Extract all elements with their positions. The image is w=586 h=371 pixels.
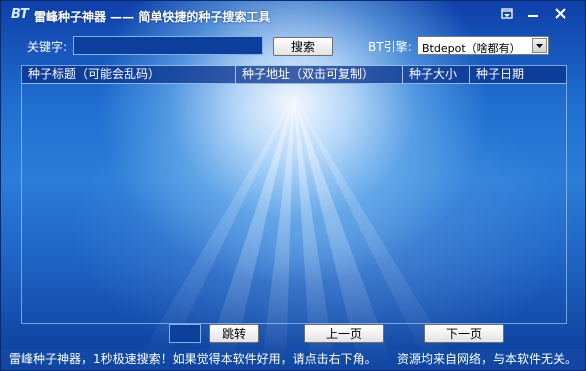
bt-app-icon: BT bbox=[11, 7, 29, 22]
keyword-label: 关键字: bbox=[27, 40, 68, 54]
status-right-text[interactable]: 资源均来自网络，与本软件无关。 bbox=[397, 350, 577, 367]
chevron-down-icon bbox=[536, 44, 543, 48]
column-header-size[interactable]: 种子大小 bbox=[403, 66, 470, 83]
window-title: 雷峰种子神器 —— 简单快捷的种子搜索工具 bbox=[34, 10, 271, 24]
title-bar[interactable]: BT 雷峰种子神器 —— 简单快捷的种子搜索工具 bbox=[1, 1, 585, 29]
restore-button[interactable] bbox=[495, 5, 519, 23]
restore-icon bbox=[501, 8, 513, 19]
search-button[interactable]: 搜索 bbox=[273, 37, 333, 56]
table-header: 种子标题（可能会乱码） 种子地址（双击可复制） 种子大小 种子日期 bbox=[22, 66, 566, 84]
prev-page-button[interactable]: 上一页 bbox=[304, 324, 384, 343]
minimize-button[interactable] bbox=[521, 5, 545, 23]
page-number-input[interactable] bbox=[169, 324, 201, 343]
jump-button[interactable]: 跳转 bbox=[209, 324, 259, 343]
results-table[interactable]: 种子标题（可能会乱码） 种子地址（双击可复制） 种子大小 种子日期 bbox=[21, 65, 567, 324]
status-left-text: 雷峰种子神器，1秒极速搜索！如果觉得本软件好用，请点击右下角。 bbox=[9, 352, 377, 366]
dropdown-button[interactable] bbox=[532, 38, 547, 53]
column-header-address[interactable]: 种子地址（双击可复制） bbox=[236, 66, 403, 83]
app-window: BT 雷峰种子神器 —— 简单快捷的种子搜索工具 关键字: 搜索 BT引擎: B… bbox=[0, 0, 586, 371]
engine-selected-value: Btdepot（啥都有） bbox=[422, 42, 521, 55]
minimize-icon bbox=[528, 15, 538, 17]
close-icon bbox=[555, 8, 566, 19]
engine-select[interactable]: Btdepot（啥都有） bbox=[417, 36, 549, 55]
column-header-date[interactable]: 种子日期 bbox=[470, 66, 566, 83]
next-page-button[interactable]: 下一页 bbox=[424, 324, 504, 343]
close-button[interactable] bbox=[549, 5, 573, 23]
column-header-title[interactable]: 种子标题（可能会乱码） bbox=[22, 66, 236, 83]
engine-label: BT引擎: bbox=[368, 40, 412, 54]
keyword-input[interactable] bbox=[73, 36, 263, 55]
